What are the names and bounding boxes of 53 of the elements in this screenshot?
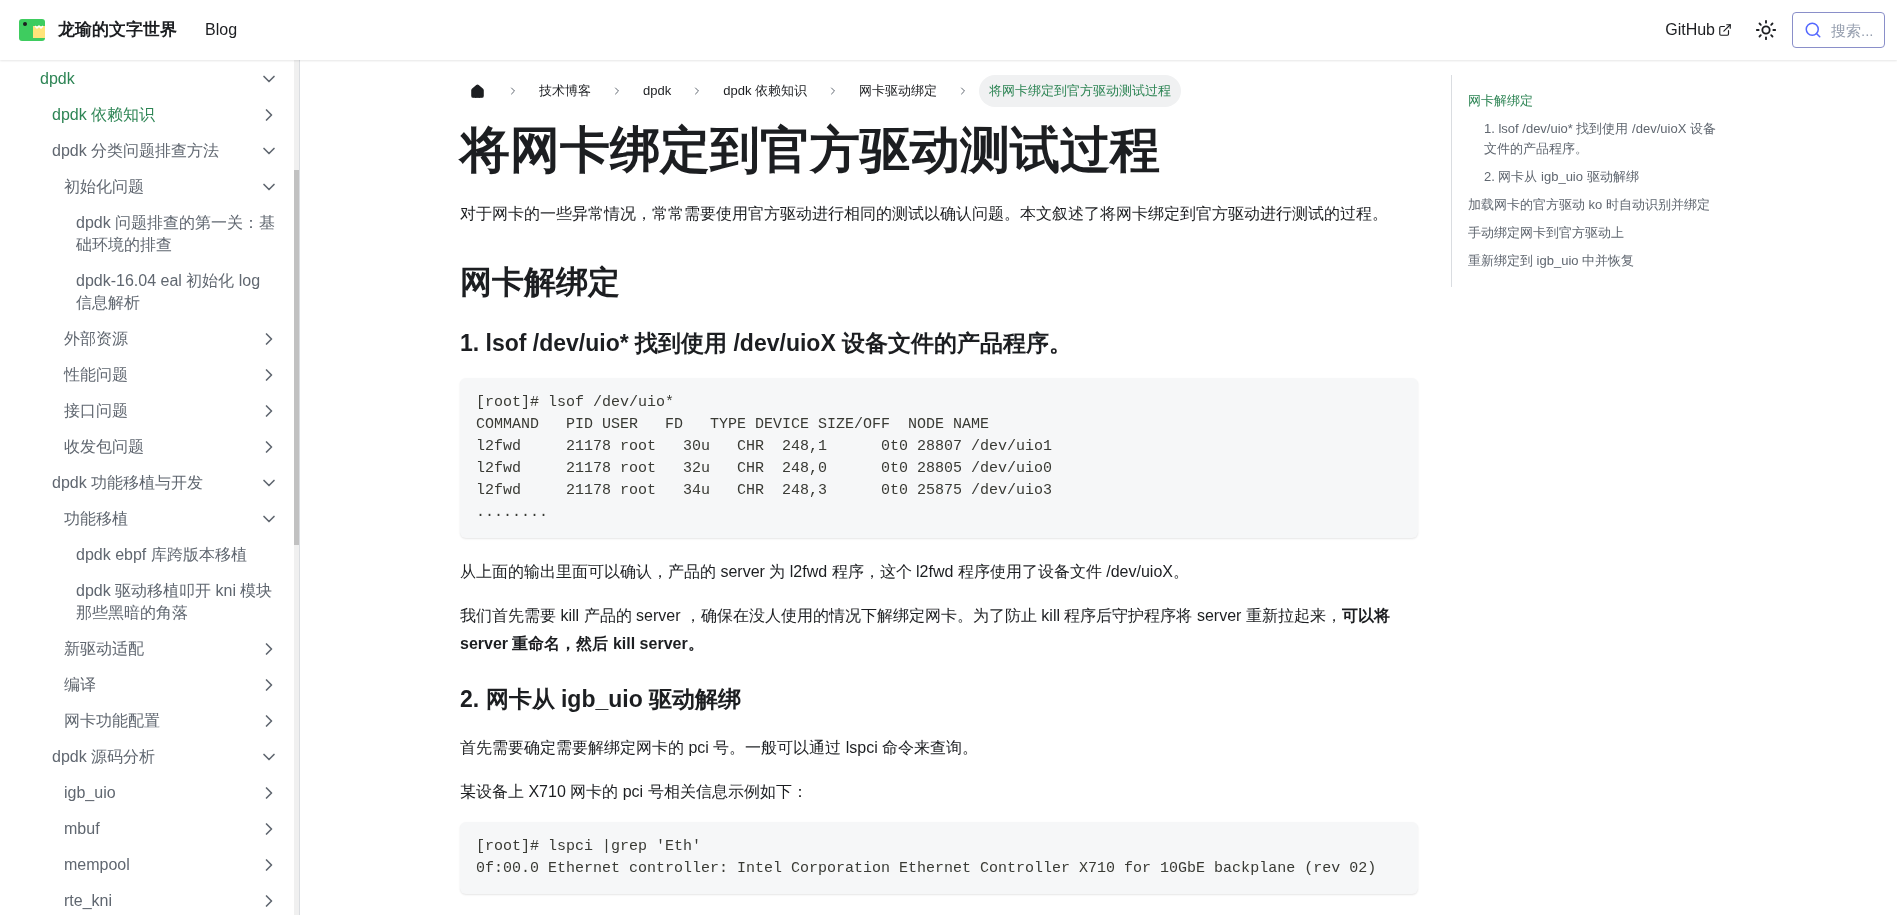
- nav-link[interactable]: GitHub: [1665, 18, 1732, 42]
- sidebar-link[interactable]: 初始化问题: [64, 176, 144, 198]
- sidebar-link[interactable]: 外部资源: [64, 328, 128, 350]
- site-title[interactable]: 龙瑜的文字世界: [58, 17, 177, 43]
- paragraph: 对于网卡的一些异常情况，常常需要使用官方驱动进行相同的测试以确认问题。本文叙述了将网卡绑定到官方驱动进行测试的过程。: [460, 204, 1389, 224]
- sidebar-link[interactable]: dpdk ebpf 库跨版本移植: [76, 544, 247, 566]
- breadcrumb-link[interactable]: dpdk: [633, 75, 682, 107]
- breadcrumb-link[interactable]: 网卡驱动绑定: [849, 75, 947, 107]
- search-field[interactable]: 搜索...: [1792, 12, 1885, 48]
- page-title: 将网卡绑定到官方驱动测试过程: [460, 121, 1161, 180]
- external-link-icon: [1718, 23, 1732, 37]
- sidebar-link[interactable]: 编译: [64, 674, 96, 696]
- search-icon: [1804, 21, 1822, 39]
- paragraph: 我们首先需要 kill 产品的 server ，确保在没人使用的情况下解绑定网卡。为了防止 kill 程序后守护程序将 server 重新拉起来，可以将 server 重命名，然后 kill server。: [460, 606, 1391, 654]
- toc-link[interactable]: 手动绑定网卡到官方驱动上: [1468, 219, 1721, 247]
- subsection-heading: 1. lsof /dev/uio* 找到使用 /dev/uioX 设备文件的产品程序。: [460, 329, 1074, 358]
- sidebar-link[interactable]: dpdk 源码分析: [52, 746, 156, 768]
- paragraph: 某设备上 X710 网卡的 pci 号相关信息示例如下：: [460, 782, 809, 802]
- sidebar-link[interactable]: dpdk 依赖知识: [52, 104, 156, 126]
- sidebar-link[interactable]: dpdk-16.04 eal 初始化 log 信息解析: [76, 270, 279, 314]
- sun-icon: [1755, 19, 1777, 41]
- sidebar-link[interactable]: 新驱动适配: [64, 638, 144, 660]
- code-block: [root]# lspci |grep 'Eth' 0f:00.0 Ethernet controller: Intel Corporation Ethernet Controller X710 for 10GbE backplane (rev 02): [460, 822, 1418, 894]
- paragraph: 从上面的输出里面可以确认，产品的 server 为 l2fwd 程序，这个 l2fwd 程序使用了设备文件 /dev/uioX。: [460, 562, 1190, 582]
- sidebar-link[interactable]: dpdk 功能移植与开发: [52, 472, 204, 494]
- toc-link[interactable]: 加载网卡的官方驱动 ko 时自动识别并绑定: [1468, 191, 1721, 219]
- toc-link[interactable]: 重新绑定到 igb_uio 中并恢复: [1468, 247, 1721, 275]
- sidebar-link[interactable]: 功能移植: [64, 508, 128, 530]
- toc-link[interactable]: 2. 网卡从 igb_uio 驱动解绑: [1484, 163, 1724, 191]
- code-block: [root]# lsof /dev/uio* COMMAND PID USER FD TYPE DEVICE SIZE/OFF NODE NAME l2fwd 21178 root 30u CHR 248,1 0t0 28807 /dev/uio1 l2fwd 21178 root 32u CHR 248,0 0t0 28805 /dev/uio0 l2fwd 21178 root 34u CHR 248,3 0t0 25875 /dev/uio3 ........: [460, 378, 1418, 538]
- breadcrumb-link[interactable]: 技术博客: [529, 75, 601, 107]
- home-icon[interactable]: [470, 83, 485, 99]
- sidebar-link[interactable]: 收发包问题: [64, 436, 144, 458]
- sidebar-link[interactable]: dpdk: [40, 68, 75, 90]
- sidebar-link[interactable]: igb_uio: [64, 782, 116, 804]
- sidebar-link[interactable]: mbuf: [64, 818, 100, 840]
- sidebar-link[interactable]: 接口问题: [64, 400, 128, 422]
- sidebar-link[interactable]: 性能问题: [64, 364, 128, 386]
- sidebar-link[interactable]: dpdk 驱动移植叩开 kni 模块那些黑暗的角落: [76, 580, 279, 624]
- toc-link[interactable]: 网卡解绑定: [1468, 87, 1721, 115]
- toc-link[interactable]: 1. lsof /dev/uio* 找到使用 /dev/uioX 设备文件的产品程序。: [1484, 115, 1724, 163]
- sidebar-link[interactable]: mempool: [64, 854, 130, 876]
- section-heading: 网卡解绑定: [460, 263, 621, 302]
- paragraph: 首先需要确定需要解绑定网卡的 pci 号。一般可以通过 lspci 命令来查询。: [460, 738, 980, 758]
- sidebar-link[interactable]: dpdk 问题排查的第一关：基础环境的排查: [76, 212, 279, 256]
- breadcrumb-link[interactable]: dpdk 依赖知识: [713, 75, 817, 107]
- breadcrumb-link[interactable]: 将网卡绑定到官方驱动测试过程: [979, 75, 1181, 107]
- sidebar-link[interactable]: rte_kni: [64, 890, 113, 912]
- nav-link[interactable]: Blog: [205, 18, 238, 42]
- sidebar-link[interactable]: dpdk 分类问题排查方法: [52, 140, 220, 162]
- subsection-heading: 2. 网卡从 igb_uio 驱动解绑: [460, 685, 743, 714]
- sidebar-link[interactable]: 网卡功能配置: [64, 710, 160, 732]
- scrollbar[interactable]: [294, 60, 299, 915]
